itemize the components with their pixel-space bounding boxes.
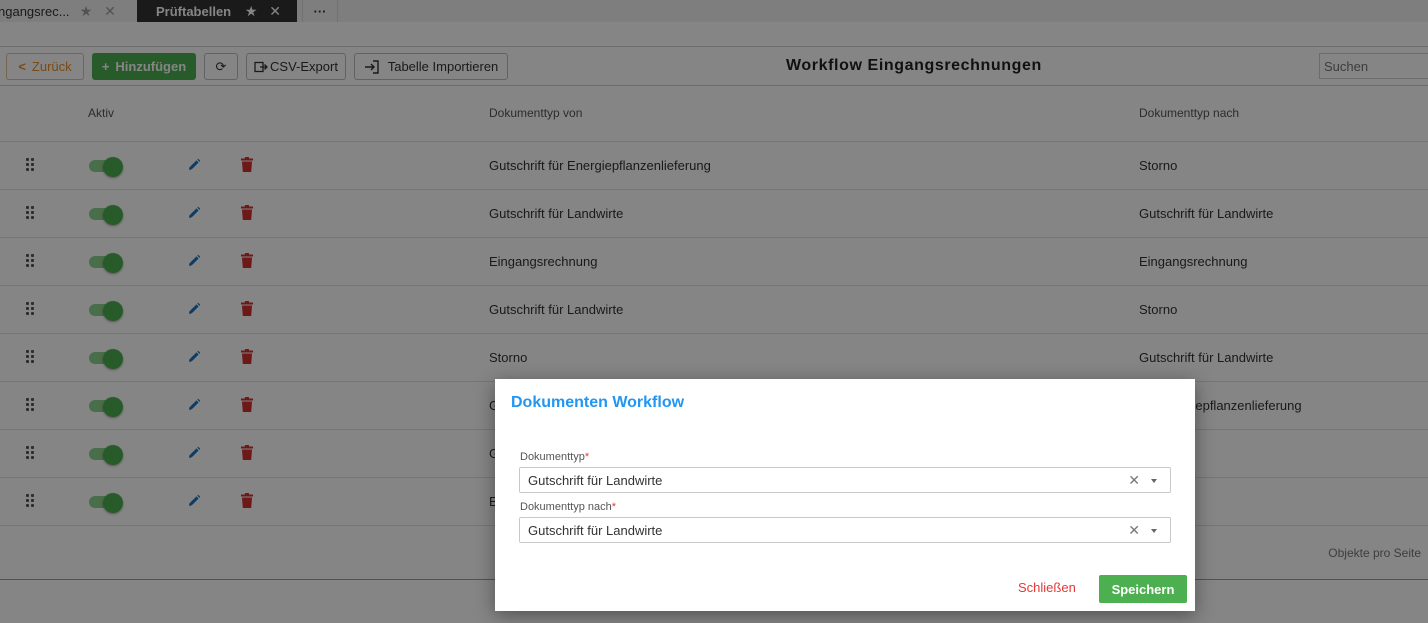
dialog-title: Dokumenten Workflow [511, 394, 685, 411]
clear-icon[interactable]: ✕ [1128, 472, 1140, 489]
field-label-document-type-to: Dokumenttyp nach* [520, 501, 616, 513]
required-mark: * [611, 501, 616, 513]
field-label-text: Dokumenttyp nach [520, 501, 612, 513]
field-label-text: Dokumenttyp [520, 451, 585, 463]
field-label-document-type: Dokumenttyp* [520, 451, 589, 463]
close-button[interactable]: Schließen [1018, 580, 1076, 595]
document-type-to-select[interactable]: Gutschrift für Landwirte ✕ [519, 517, 1171, 543]
document-type-select[interactable]: Gutschrift für Landwirte ✕ [519, 467, 1171, 493]
selected-value: Gutschrift für Landwirte [528, 523, 663, 538]
clear-icon[interactable]: ✕ [1128, 522, 1140, 539]
save-button[interactable]: Speichern [1099, 575, 1187, 603]
selected-value: Gutschrift für Landwirte [528, 473, 663, 488]
caret-down-icon[interactable] [1151, 479, 1157, 483]
required-mark: * [584, 451, 590, 463]
workflow-dialog: Dokumenten Workflow Dokumenttyp* Gutschr… [495, 379, 1195, 611]
caret-down-icon[interactable] [1151, 529, 1157, 533]
